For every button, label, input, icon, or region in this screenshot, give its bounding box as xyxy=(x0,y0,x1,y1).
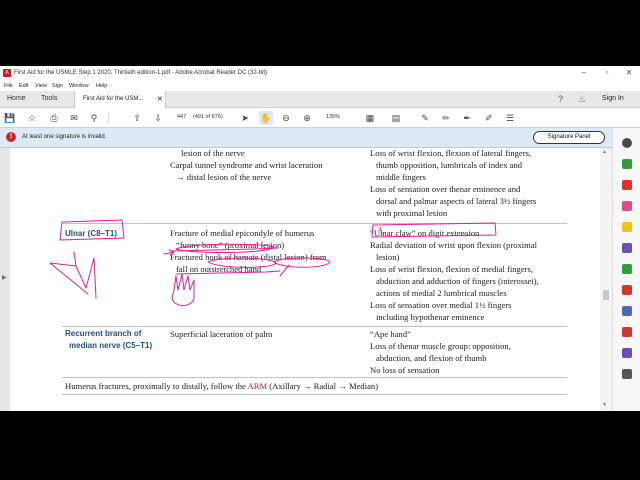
create-pdf-icon[interactable] xyxy=(622,180,632,190)
window-title: First Aid for the USMLE Step 1 2020, Thi… xyxy=(14,70,268,76)
acrobat-logo-icon: A xyxy=(3,69,11,77)
export-pdf-icon[interactable] xyxy=(622,159,632,169)
menu-file[interactable]: File xyxy=(4,83,13,89)
page-count-label: (491 of 876) xyxy=(193,114,223,120)
menu-view[interactable]: View xyxy=(35,83,47,89)
toolbar: 💾 ☆ ⎙ ✉ ⚲ ⇧ ⇩ 447 (491 of 876) ➤ ✋ ⊖ ⊕ 1… xyxy=(0,108,640,128)
hand-sketch xyxy=(171,273,195,306)
zoom-out-icon[interactable]: ⊖ xyxy=(279,111,293,125)
menu-window[interactable]: Window xyxy=(69,83,89,89)
menu-edit[interactable]: Edit xyxy=(19,83,28,89)
email-icon[interactable]: ✉ xyxy=(67,111,81,125)
vertical-scrollbar[interactable]: ▲ ▼ xyxy=(600,148,612,411)
page-up-icon[interactable]: ⇧ xyxy=(130,111,144,125)
tab-bar: Home Tools First Aid for the USM... ✕ ? … xyxy=(0,91,640,108)
hook-of-hamate-circle xyxy=(207,257,277,268)
draw-icon[interactable]: ✒ xyxy=(460,111,474,125)
more-tools-icon[interactable]: ☰ xyxy=(503,111,517,125)
ulnar-claw-mark xyxy=(379,226,383,235)
pen-annotations xyxy=(49,219,497,306)
menu-sign[interactable]: Sign xyxy=(52,83,63,89)
signature-panel-button[interactable]: Signature Panel xyxy=(533,131,605,144)
title-bar: A First Aid for the USMLE Step 1 2020, T… xyxy=(0,66,640,81)
help-icon[interactable]: ? xyxy=(558,94,563,104)
protect-icon[interactable] xyxy=(622,306,632,316)
warning-icon: ! xyxy=(6,132,16,142)
document-tab-label: First Aid for the USM... xyxy=(83,96,144,102)
page-down-icon[interactable]: ⇩ xyxy=(151,111,165,125)
hand-icon[interactable]: ✋ xyxy=(259,111,273,125)
fill-sign-icon[interactable]: ✐ xyxy=(482,111,496,125)
scroll-up-icon[interactable]: ▲ xyxy=(602,149,607,155)
pdf-page[interactable]: lesion of the nerve Carpal tunnel syndro… xyxy=(10,148,600,411)
wrist-sketch xyxy=(49,251,97,299)
zoom-icon[interactable] xyxy=(622,138,632,148)
close-window-button[interactable]: ✕ xyxy=(622,68,636,77)
sign-in-button[interactable]: Sign In xyxy=(602,95,624,102)
fill-sign-icon[interactable] xyxy=(622,348,632,358)
tab-document[interactable]: First Aid for the USM... ✕ xyxy=(74,91,166,108)
highlight-icon[interactable]: ✏ xyxy=(439,111,453,125)
expand-arrow-icon[interactable]: ▶ xyxy=(2,274,7,281)
scrollbar-thumb[interactable] xyxy=(603,290,609,300)
left-panel-toggle[interactable]: ▶ xyxy=(0,148,10,411)
minimize-button[interactable]: – xyxy=(577,68,591,77)
ulnar-claw-box xyxy=(371,222,497,238)
scroll-mode-icon[interactable]: ▤ xyxy=(389,111,403,125)
toolbar-divider xyxy=(108,112,109,124)
close-tab-button[interactable]: ✕ xyxy=(157,95,163,103)
more-tools-icon[interactable] xyxy=(622,369,632,379)
signature-banner: ! At least one signature is invalid. Sig… xyxy=(0,128,612,148)
maximize-button[interactable]: ▫ xyxy=(600,68,614,77)
fit-page-icon[interactable]: ▦ xyxy=(363,111,377,125)
zoom-in-icon[interactable]: ⊕ xyxy=(300,111,314,125)
compress-icon[interactable] xyxy=(622,327,632,337)
combine-icon[interactable] xyxy=(622,243,632,253)
hand-tick-mark xyxy=(279,264,290,277)
menu-bar: File Edit View Sign Window Help xyxy=(0,81,640,91)
search-icon[interactable]: ⚲ xyxy=(87,111,101,125)
redact-icon[interactable] xyxy=(622,285,632,295)
print-icon[interactable]: ⎙ xyxy=(47,111,61,125)
signature-message: At least one signature is invalid. xyxy=(22,134,107,140)
organize-icon[interactable] xyxy=(622,264,632,274)
scroll-down-icon[interactable]: ▼ xyxy=(602,402,607,408)
acrobat-window: A First Aid for the USMLE Step 1 2020, T… xyxy=(0,66,640,411)
save-icon[interactable]: 💾 xyxy=(3,111,17,125)
tab-tools[interactable]: Tools xyxy=(41,95,57,102)
comment-icon[interactable] xyxy=(622,222,632,232)
ulnar-heading-box xyxy=(59,219,125,241)
edit-pdf-icon[interactable] xyxy=(622,201,632,211)
select-arrow-icon[interactable]: ➤ xyxy=(238,111,252,125)
tab-home[interactable]: Home xyxy=(7,95,26,102)
distal-lesion-circle xyxy=(273,257,331,268)
zoom-level-select[interactable]: 135% xyxy=(326,114,340,120)
comment-icon[interactable]: ✎ xyxy=(418,111,432,125)
page-number-input[interactable]: 447 xyxy=(177,114,186,120)
notifications-bell-icon[interactable]: ♨ xyxy=(578,94,586,105)
outstretched-hand-underline xyxy=(175,270,281,275)
menu-help[interactable]: Help xyxy=(96,83,107,89)
bookmark-star-icon[interactable]: ☆ xyxy=(25,111,39,125)
right-tools-panel xyxy=(612,128,640,411)
